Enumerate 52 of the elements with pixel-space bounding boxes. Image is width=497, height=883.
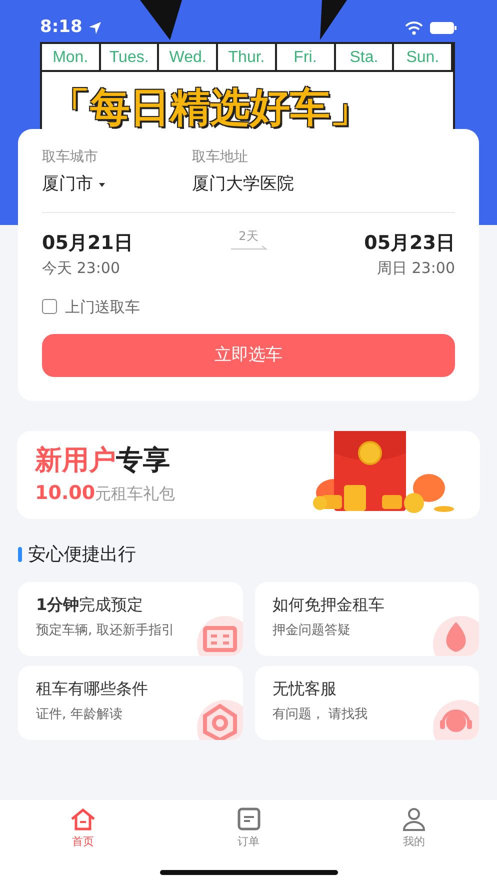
time-text: 今天 23:00 <box>42 258 121 279</box>
feature-title: 如何免押金租车 <box>272 594 386 616</box>
banner-title: 「每日精选好车」 <box>50 84 370 133</box>
promo-card[interactable]: 新用户专享 10.00元租车礼包 <box>17 431 480 519</box>
day-label: Mon. <box>42 44 101 72</box>
return-date-selector[interactable]: 05月23日 周日 23:00 <box>364 228 455 280</box>
date-text: 05月21日 <box>42 230 133 256</box>
document-icon <box>236 807 262 832</box>
title-marker <box>18 547 22 562</box>
ray-drawing <box>140 0 182 40</box>
feature-card[interactable]: 租车有哪些条件 证件, 年龄解读 <box>18 666 242 740</box>
feature-subtitle: 有问题， 请找我 <box>272 706 369 724</box>
day-label: Sta. <box>336 44 394 72</box>
day-label: Wed. <box>159 44 218 72</box>
feature-subtitle: 证件, 年龄解读 <box>36 706 124 724</box>
address-field[interactable]: 厦门大学医院 <box>192 172 294 198</box>
time-text: 周日 23:00 <box>376 258 455 279</box>
checkbox-label: 上门送取车 <box>65 296 140 318</box>
section-title: 安心便捷出行 <box>28 543 136 567</box>
feature-title: 1分钟完成预定 <box>36 594 144 616</box>
day-label: Fri. <box>276 44 336 72</box>
day-label: Thur. <box>218 44 277 72</box>
date-text: 05月23日 <box>364 230 455 256</box>
tab[interactable]: 订单 <box>166 800 332 852</box>
city-selector[interactable]: 厦门市 <box>42 172 106 198</box>
ray-drawing <box>320 0 347 40</box>
pickup-date-selector[interactable]: 05月21日 今天 23:00 <box>42 228 133 280</box>
feature-card[interactable]: 无忧客服 有问题， 请找我 <box>254 666 479 740</box>
checkbox[interactable] <box>42 299 57 314</box>
wifi-icon <box>405 21 423 35</box>
feature-card[interactable]: 如何免押金租车 押金问题答疑 <box>254 582 479 656</box>
promo-title: 专享 <box>116 445 170 476</box>
promo-title: 新用户 <box>35 445 116 476</box>
feature-card[interactable]: 1分钟完成预定 预定车辆, 取还新手指引 <box>18 582 242 656</box>
feature-subtitle: 押金问题答疑 <box>272 622 352 640</box>
feature-subtitle: 预定车辆, 取还新手指引 <box>36 622 176 640</box>
user-icon <box>401 807 428 832</box>
day-label: Sun. <box>394 44 454 72</box>
feature-title: 租车有哪些条件 <box>36 678 149 700</box>
field-label: 取车地址 <box>192 148 249 167</box>
field-label: 取车城市 <box>42 148 99 167</box>
location-icon <box>88 21 102 35</box>
feature-title: 无忧客服 <box>272 678 338 700</box>
tab[interactable]: 我的 <box>331 800 497 852</box>
promo-text: 元租车礼包 <box>95 484 176 504</box>
duration-text: 2天 <box>238 228 258 244</box>
battery-icon <box>429 21 457 35</box>
promo-amount: 10.00 <box>35 482 96 504</box>
caret-icon <box>98 182 106 188</box>
home-icon <box>70 807 96 832</box>
time-text: 8:18 <box>40 16 82 40</box>
day-label: Tues. <box>100 44 160 72</box>
